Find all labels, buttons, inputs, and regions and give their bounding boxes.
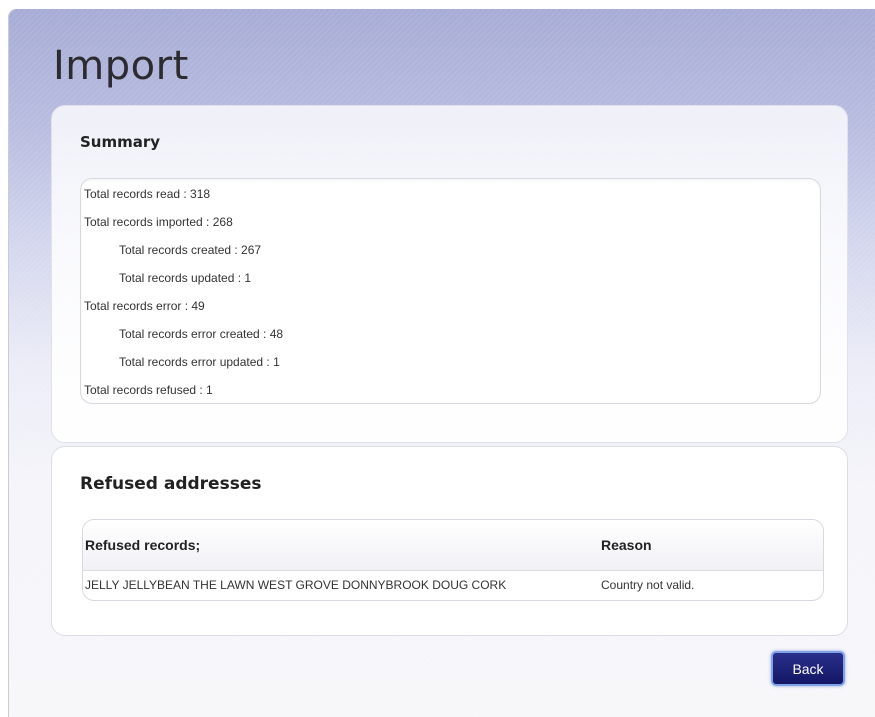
refused-title: Refused addresses xyxy=(80,474,262,494)
summary-line-refused: Total records refused : 1 xyxy=(84,383,213,397)
summary-line-error-created: Total records error created : 48 xyxy=(119,327,284,341)
refused-table: Refused records; Reason JELLY JELLYBEAN … xyxy=(82,519,824,601)
summary-line-updated: Total records updated : 1 xyxy=(119,271,252,285)
back-button[interactable]: Back xyxy=(771,651,845,686)
summary-line-error: Total records error : 49 xyxy=(84,299,205,313)
summary-line-read: Total records read : 318 xyxy=(84,187,211,201)
summary-box: Total records read : 318 Total records i… xyxy=(80,178,821,404)
import-window: Import Summary Total records read : 318 … xyxy=(9,9,875,717)
summary-line-created: Total records created : 267 xyxy=(119,243,262,257)
refused-record-cell: JELLY JELLYBEAN THE LAWN WEST GROVE DONN… xyxy=(85,578,507,592)
column-header-refused-records: Refused records; xyxy=(85,537,201,553)
column-header-reason: Reason xyxy=(601,537,652,553)
summary-panel: Summary Total records read : 318 Total r… xyxy=(51,105,848,443)
page-title: Import xyxy=(53,43,189,89)
table-header: Refused records; Reason xyxy=(83,520,823,571)
refused-panel: Refused addresses Refused records; Reaso… xyxy=(51,446,848,636)
summary-title: Summary xyxy=(80,133,161,151)
summary-line-error-updated: Total records error updated : 1 xyxy=(119,355,280,369)
reason-cell: Country not valid. xyxy=(601,578,695,592)
summary-line-imported: Total records imported : 268 xyxy=(84,215,233,229)
